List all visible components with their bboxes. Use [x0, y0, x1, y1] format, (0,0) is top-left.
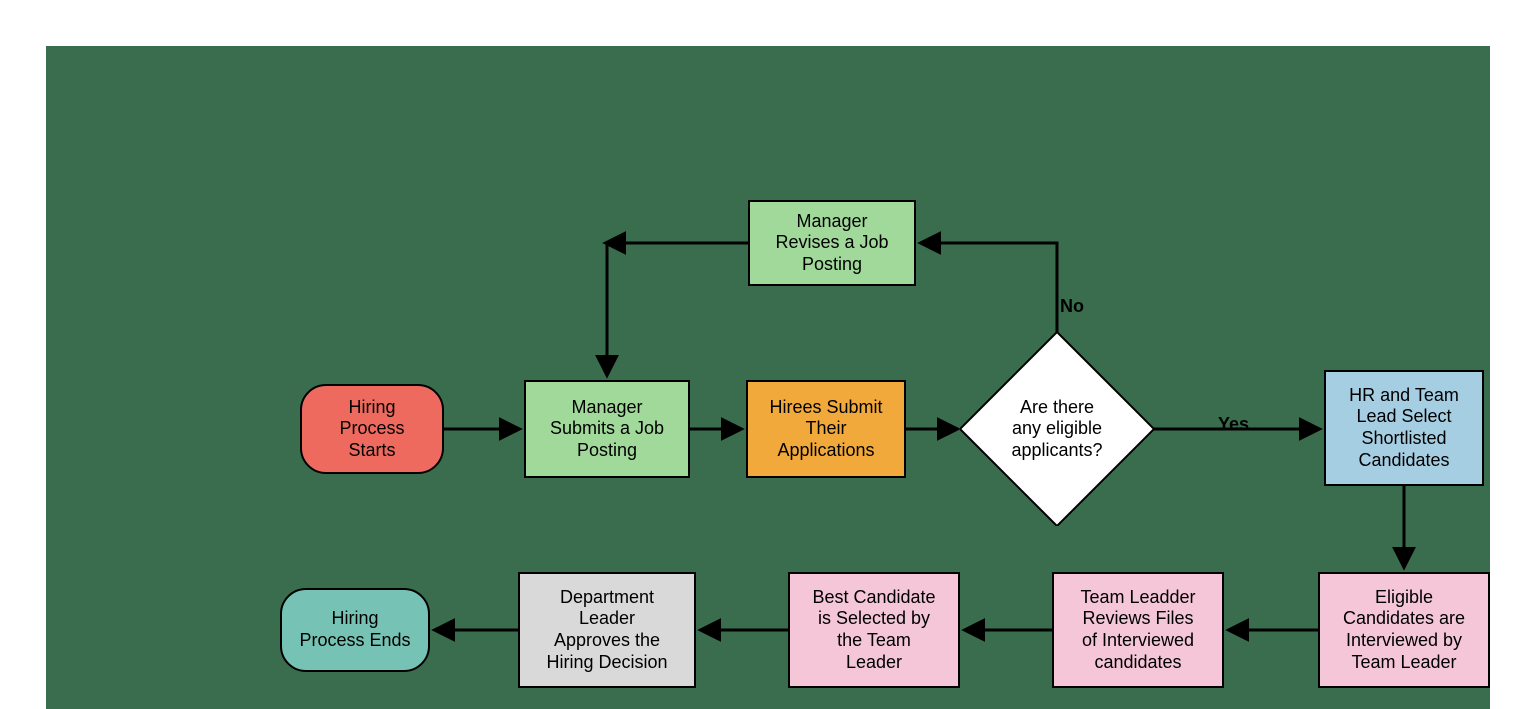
edge-label-no: No — [1060, 296, 1084, 317]
node-decision-label: Are there any eligible applicants? — [960, 332, 1154, 526]
node-start: Hiring Process Starts — [300, 384, 444, 474]
node-end-label: Hiring Process Ends — [299, 608, 410, 651]
node-decision: Are there any eligible applicants? — [960, 332, 1154, 526]
node-end: Hiring Process Ends — [280, 588, 430, 672]
node-select: Best Candidate is Selected by the Team L… — [788, 572, 960, 688]
node-hirees-label: Hirees Submit Their Applications — [769, 397, 882, 462]
node-revise-posting: Manager Revises a Job Posting — [748, 200, 916, 286]
node-review: Team Leadder Reviews Files of Interviewe… — [1052, 572, 1224, 688]
node-approve: Department Leader Approves the Hiring De… — [518, 572, 696, 688]
node-submit-posting: Manager Submits a Job Posting — [524, 380, 690, 478]
node-review-label: Team Leadder Reviews Files of Interviewe… — [1080, 587, 1195, 673]
node-submit-label: Manager Submits a Job Posting — [550, 397, 664, 462]
edge-label-yes: Yes — [1218, 414, 1249, 435]
diagram-background — [46, 46, 1490, 709]
node-approve-label: Department Leader Approves the Hiring De… — [546, 587, 667, 673]
node-start-label: Hiring Process Starts — [339, 397, 404, 462]
node-revise-label: Manager Revises a Job Posting — [775, 211, 888, 276]
node-shortlist-label: HR and Team Lead Select Shortlisted Cand… — [1349, 385, 1459, 471]
node-select-label: Best Candidate is Selected by the Team L… — [812, 587, 935, 673]
node-interview-label: Eligible Candidates are Interviewed by T… — [1343, 587, 1465, 673]
node-shortlist: HR and Team Lead Select Shortlisted Cand… — [1324, 370, 1484, 486]
node-hirees-submit: Hirees Submit Their Applications — [746, 380, 906, 478]
node-interview: Eligible Candidates are Interviewed by T… — [1318, 572, 1490, 688]
